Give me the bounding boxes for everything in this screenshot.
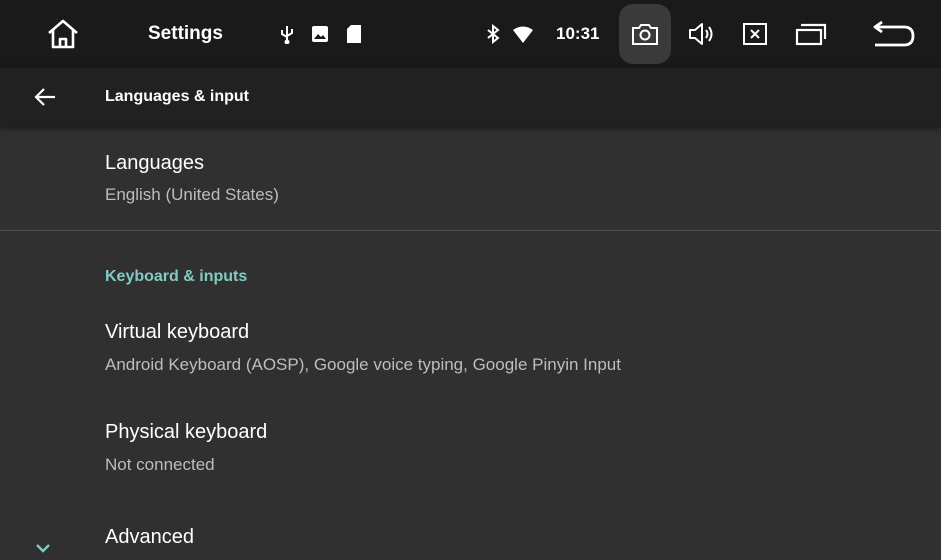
keyboard-inputs-category: Keyboard & inputs — [105, 268, 248, 285]
bluetooth-icon — [486, 24, 500, 44]
virtual-keyboard-preference[interactable]: Virtual keyboard Android Keyboard (AOSP)… — [0, 310, 941, 390]
screenshot-icon[interactable] — [631, 22, 659, 46]
usb-icon — [279, 24, 295, 44]
image-icon — [311, 25, 329, 43]
languages-title: Languages — [105, 152, 204, 174]
advanced-preference[interactable]: Advanced — [0, 515, 941, 555]
back-icon[interactable] — [872, 20, 916, 48]
recents-icon[interactable] — [795, 22, 827, 46]
sd-card-icon — [346, 24, 362, 44]
status-bar-title: Settings — [148, 23, 223, 44]
divider — [0, 230, 941, 231]
app-toolbar: Languages & input — [0, 68, 941, 126]
close-app-icon[interactable] — [742, 22, 768, 46]
clock: 10:31 — [556, 24, 600, 43]
physical-keyboard-preference[interactable]: Physical keyboard Not connected — [0, 410, 941, 490]
volume-icon[interactable] — [688, 21, 718, 47]
languages-preference[interactable]: Languages English (United States) — [0, 140, 941, 230]
home-icon[interactable] — [46, 17, 80, 51]
virtual-keyboard-title: Virtual keyboard — [105, 321, 250, 343]
navigate-up-icon[interactable] — [33, 85, 57, 109]
languages-summary: English (United States) — [105, 185, 279, 204]
wifi-icon — [512, 26, 534, 44]
chevron-down-icon — [33, 541, 53, 555]
advanced-title: Advanced — [105, 526, 194, 548]
status-bar: Settings 10:31 — [0, 0, 941, 68]
physical-keyboard-summary: Not connected — [105, 455, 215, 474]
page-title: Languages & input — [105, 88, 249, 105]
virtual-keyboard-summary: Android Keyboard (AOSP), Google voice ty… — [105, 355, 621, 374]
physical-keyboard-title: Physical keyboard — [105, 421, 268, 443]
